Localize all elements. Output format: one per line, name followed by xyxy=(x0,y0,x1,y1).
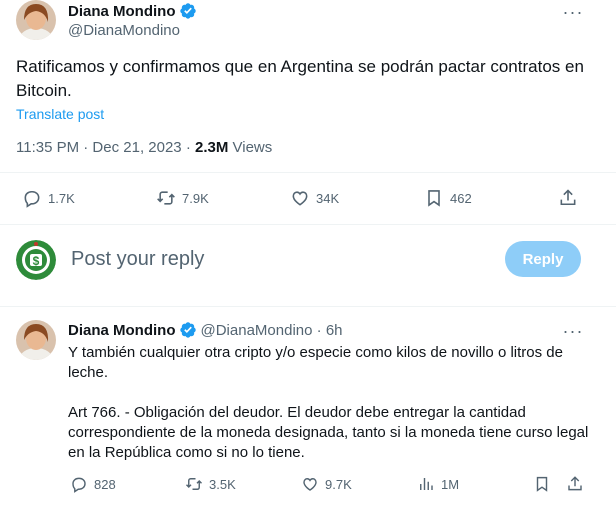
views-action[interactable]: 1M xyxy=(417,475,459,493)
reply-time[interactable]: 6h xyxy=(326,322,343,339)
repost-count: 7.9K xyxy=(182,190,209,206)
repost-icon xyxy=(185,478,203,490)
reply-action[interactable]: 828 xyxy=(70,475,116,493)
bookmark-action[interactable]: 462 xyxy=(424,188,472,208)
repost-count: 3.5K xyxy=(209,476,236,492)
repost-icon xyxy=(157,191,175,205)
reply-action[interactable]: 1.7K xyxy=(22,188,75,208)
like-count: 34K xyxy=(316,190,340,206)
reply-header: Diana Mondino @DianaMondino · 6h xyxy=(68,320,343,340)
post-text: Ratificamos y confirmamos que en Argenti… xyxy=(16,57,584,100)
reply-icon xyxy=(72,477,86,493)
views-count: 2.3M xyxy=(194,139,229,156)
bookmark-icon xyxy=(428,190,440,207)
reply-button[interactable]: Reply xyxy=(505,241,581,277)
divider xyxy=(0,224,616,225)
share-icon xyxy=(560,189,576,206)
translate-link[interactable]: Translate post xyxy=(16,106,104,122)
views-icon xyxy=(420,478,433,490)
reply-author-handle[interactable]: @DianaMondino xyxy=(201,322,313,339)
author-header: Diana Mondino @DianaMondino xyxy=(68,1,197,39)
repost-action[interactable]: 7.9K xyxy=(156,188,209,208)
reply-count: 1.7K xyxy=(48,190,75,206)
reply-count: 828 xyxy=(94,476,116,492)
views-label: Views xyxy=(228,139,273,156)
reply-icon xyxy=(24,190,40,208)
composer-avatar[interactable]: $ xyxy=(16,240,56,280)
bookmark-count: 462 xyxy=(450,190,472,206)
bookmark-action[interactable] xyxy=(533,475,557,493)
divider xyxy=(0,172,616,173)
post-meta: 11:35 PM · Dec 21, 2023 · 2.3M Views xyxy=(16,139,272,156)
verified-badge-icon xyxy=(179,322,196,338)
reply-text-paragraph-1: Y también cualquier otra cripto y/o espe… xyxy=(68,344,563,381)
views-count: 1M xyxy=(441,476,460,492)
post-timestamp[interactable]: 11:35 PM · Dec 21, 2023 · xyxy=(16,139,195,156)
reply-text-paragraph-2: Art 766. - Obligación del deudor. El deu… xyxy=(68,404,589,461)
like-action[interactable]: 9.7K xyxy=(301,475,352,493)
like-action[interactable]: 34K xyxy=(290,188,339,208)
svg-text:$: $ xyxy=(33,254,40,268)
reply-author-name[interactable]: Diana Mondino xyxy=(68,322,176,339)
share-action[interactable] xyxy=(558,188,584,208)
like-icon xyxy=(303,478,317,491)
like-icon xyxy=(292,191,308,206)
verified-badge-icon xyxy=(179,3,196,19)
more-icon[interactable]: ··· xyxy=(562,320,584,342)
reply-input[interactable]: Post your reply xyxy=(71,248,204,271)
reply-author-avatar[interactable] xyxy=(16,320,56,360)
more-icon[interactable]: ··· xyxy=(562,1,584,23)
like-count: 9.7K xyxy=(325,476,352,492)
repost-action[interactable]: 3.5K xyxy=(185,475,236,493)
author-avatar[interactable] xyxy=(16,0,56,40)
share-icon xyxy=(568,476,582,491)
divider xyxy=(0,306,616,307)
separator-dot: · xyxy=(312,321,326,339)
author-name[interactable]: Diana Mondino xyxy=(68,3,176,20)
share-action[interactable] xyxy=(566,475,590,493)
bookmark-icon xyxy=(536,476,548,492)
author-handle[interactable]: @DianaMondino xyxy=(68,22,197,39)
